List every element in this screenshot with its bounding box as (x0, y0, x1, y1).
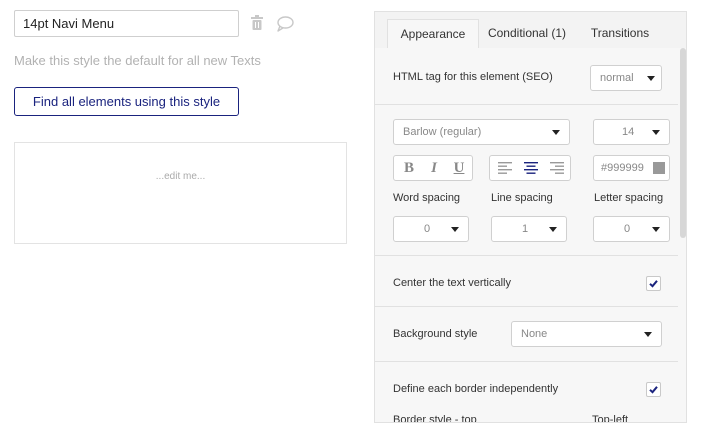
divider (375, 306, 678, 307)
word-spacing-label: Word spacing (393, 192, 461, 204)
panel-scrollbar[interactable] (680, 48, 686, 238)
text-align-group (489, 155, 571, 181)
property-editor-panel: Appearance Conditional (1) Transitions H… (374, 11, 687, 423)
line-spacing-label: Line spacing (491, 192, 553, 204)
align-left-icon[interactable] (498, 162, 512, 174)
border-independent-label: Define each border independently (393, 383, 559, 395)
trash-icon[interactable] (250, 15, 264, 31)
font-size-select[interactable]: 14 (593, 119, 670, 145)
border-independent-checkbox[interactable] (646, 382, 661, 397)
letter-spacing-value: 0 (624, 223, 631, 235)
line-spacing-value: 1 (522, 223, 529, 235)
tab-conditional[interactable]: Conditional (1) (483, 19, 571, 48)
top-left-label: Top-left (592, 414, 629, 423)
make-default-option[interactable]: Make this style the default for all new … (14, 53, 261, 68)
bold-button[interactable]: B (396, 156, 422, 180)
text-format-group: B I U (393, 155, 473, 181)
align-center-icon[interactable] (524, 162, 538, 174)
style-name-input[interactable] (14, 10, 239, 37)
chevron-down-icon (652, 227, 660, 232)
font-color-value: #999999 (601, 162, 644, 174)
chevron-down-icon (451, 227, 459, 232)
align-right-icon[interactable] (550, 162, 564, 174)
preview-text: ...edit me... (155, 171, 206, 182)
chevron-down-icon (647, 76, 655, 81)
font-color-picker[interactable]: #999999 (593, 155, 670, 181)
background-style-label: Background style (393, 328, 478, 340)
border-style-top-label: Border style - top (393, 414, 477, 423)
chevron-down-icon (549, 227, 557, 232)
center-vertically-label: Center the text vertically (393, 277, 511, 289)
italic-button[interactable]: I (421, 156, 447, 180)
chevron-down-icon (652, 130, 660, 135)
html-tag-label: HTML tag for this element (SEO) (393, 71, 553, 83)
font-family-select[interactable]: Barlow (regular) (393, 119, 570, 145)
color-swatch[interactable] (653, 162, 665, 174)
checkmark-icon (649, 280, 658, 288)
background-style-value: None (521, 328, 548, 340)
divider (375, 255, 678, 256)
find-elements-button[interactable]: Find all elements using this style (14, 87, 239, 116)
tab-transitions[interactable]: Transitions (580, 19, 660, 48)
tab-bar: Appearance Conditional (1) Transitions (375, 12, 686, 48)
letter-spacing-select[interactable]: 0 (593, 216, 670, 242)
html-tag-select[interactable]: normal (590, 65, 662, 91)
chevron-down-icon (644, 332, 652, 337)
comment-icon[interactable] (276, 15, 294, 32)
tab-appearance[interactable]: Appearance (387, 19, 479, 48)
background-style-select[interactable]: None (511, 321, 662, 347)
letter-spacing-label: Letter spacing (594, 192, 664, 204)
divider (375, 361, 678, 362)
font-size-value: 14 (622, 126, 635, 138)
word-spacing-select[interactable]: 0 (393, 216, 469, 242)
style-preview-box[interactable]: ...edit me... (14, 142, 347, 244)
divider (375, 104, 678, 105)
html-tag-value: normal (600, 72, 634, 84)
checkmark-icon (649, 386, 658, 394)
chevron-down-icon (552, 130, 560, 135)
center-vertically-checkbox[interactable] (646, 276, 661, 291)
word-spacing-value: 0 (424, 223, 431, 235)
font-family-value: Barlow (regular) (403, 126, 482, 138)
line-spacing-select[interactable]: 1 (491, 216, 567, 242)
underline-button[interactable]: U (446, 156, 472, 180)
